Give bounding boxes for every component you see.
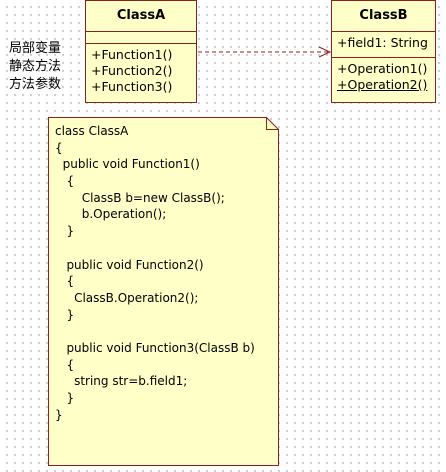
code-line: }	[55, 407, 63, 422]
code-note[interactable]: class ClassA { public void Function1() {…	[48, 117, 279, 466]
code-line: {	[55, 357, 75, 372]
code-line: ClassB b=new ClassB();	[55, 190, 225, 205]
code-line: ClassB.Operation2();	[55, 290, 199, 305]
class-a-operation-function2: +Function2()	[91, 63, 173, 78]
side-notes: 局部变量 静态方法 方法参数	[9, 40, 61, 94]
class-b-operation-operation2: +Operation2()	[337, 77, 428, 92]
code-line: }	[55, 391, 75, 405]
code-line: {	[55, 274, 75, 289]
class-b-attribute-field1: +field1: String	[337, 35, 428, 50]
note-code-text: class ClassA { public void Function1() {…	[55, 123, 270, 423]
class-b-operations: +Operation1() +Operation2()	[332, 58, 435, 96]
code-line: string str=b.field1;	[55, 374, 188, 389]
code-line: public void Function1()	[55, 157, 200, 172]
code-line: }	[55, 224, 75, 239]
code-line: public void Function3(ClassB b)	[55, 340, 255, 355]
code-line: {	[55, 140, 63, 155]
class-a-box[interactable]: ClassA +Function1() +Function2() +Functi…	[85, 0, 197, 103]
class-a-name: ClassA	[86, 1, 196, 32]
code-line: b.Operation();	[55, 207, 167, 222]
class-b-attributes: +field1: String	[332, 32, 435, 58]
code-line: class ClassA	[55, 124, 129, 138]
side-note-method-parameter: 方法参数	[9, 77, 62, 92]
class-a-operation-function1: +Function1()	[91, 47, 173, 62]
code-line: public void Function2()	[55, 257, 204, 272]
class-b-box[interactable]: ClassB +field1: String +Operation1() +Op…	[331, 0, 436, 103]
class-a-attributes	[86, 32, 196, 44]
side-note-static-method: 静态方法	[9, 59, 62, 74]
class-b-name: ClassB	[332, 1, 435, 32]
side-note-local-variable: 局部变量	[9, 41, 62, 56]
class-a-operation-function3: +Function3()	[91, 79, 173, 94]
class-b-operation-operation1: +Operation1()	[337, 61, 428, 76]
code-line: }	[55, 307, 75, 322]
class-a-operations: +Function1() +Function2() +Function3()	[86, 44, 196, 98]
dependency-arrowhead	[318, 46, 332, 58]
code-line: {	[55, 174, 75, 189]
